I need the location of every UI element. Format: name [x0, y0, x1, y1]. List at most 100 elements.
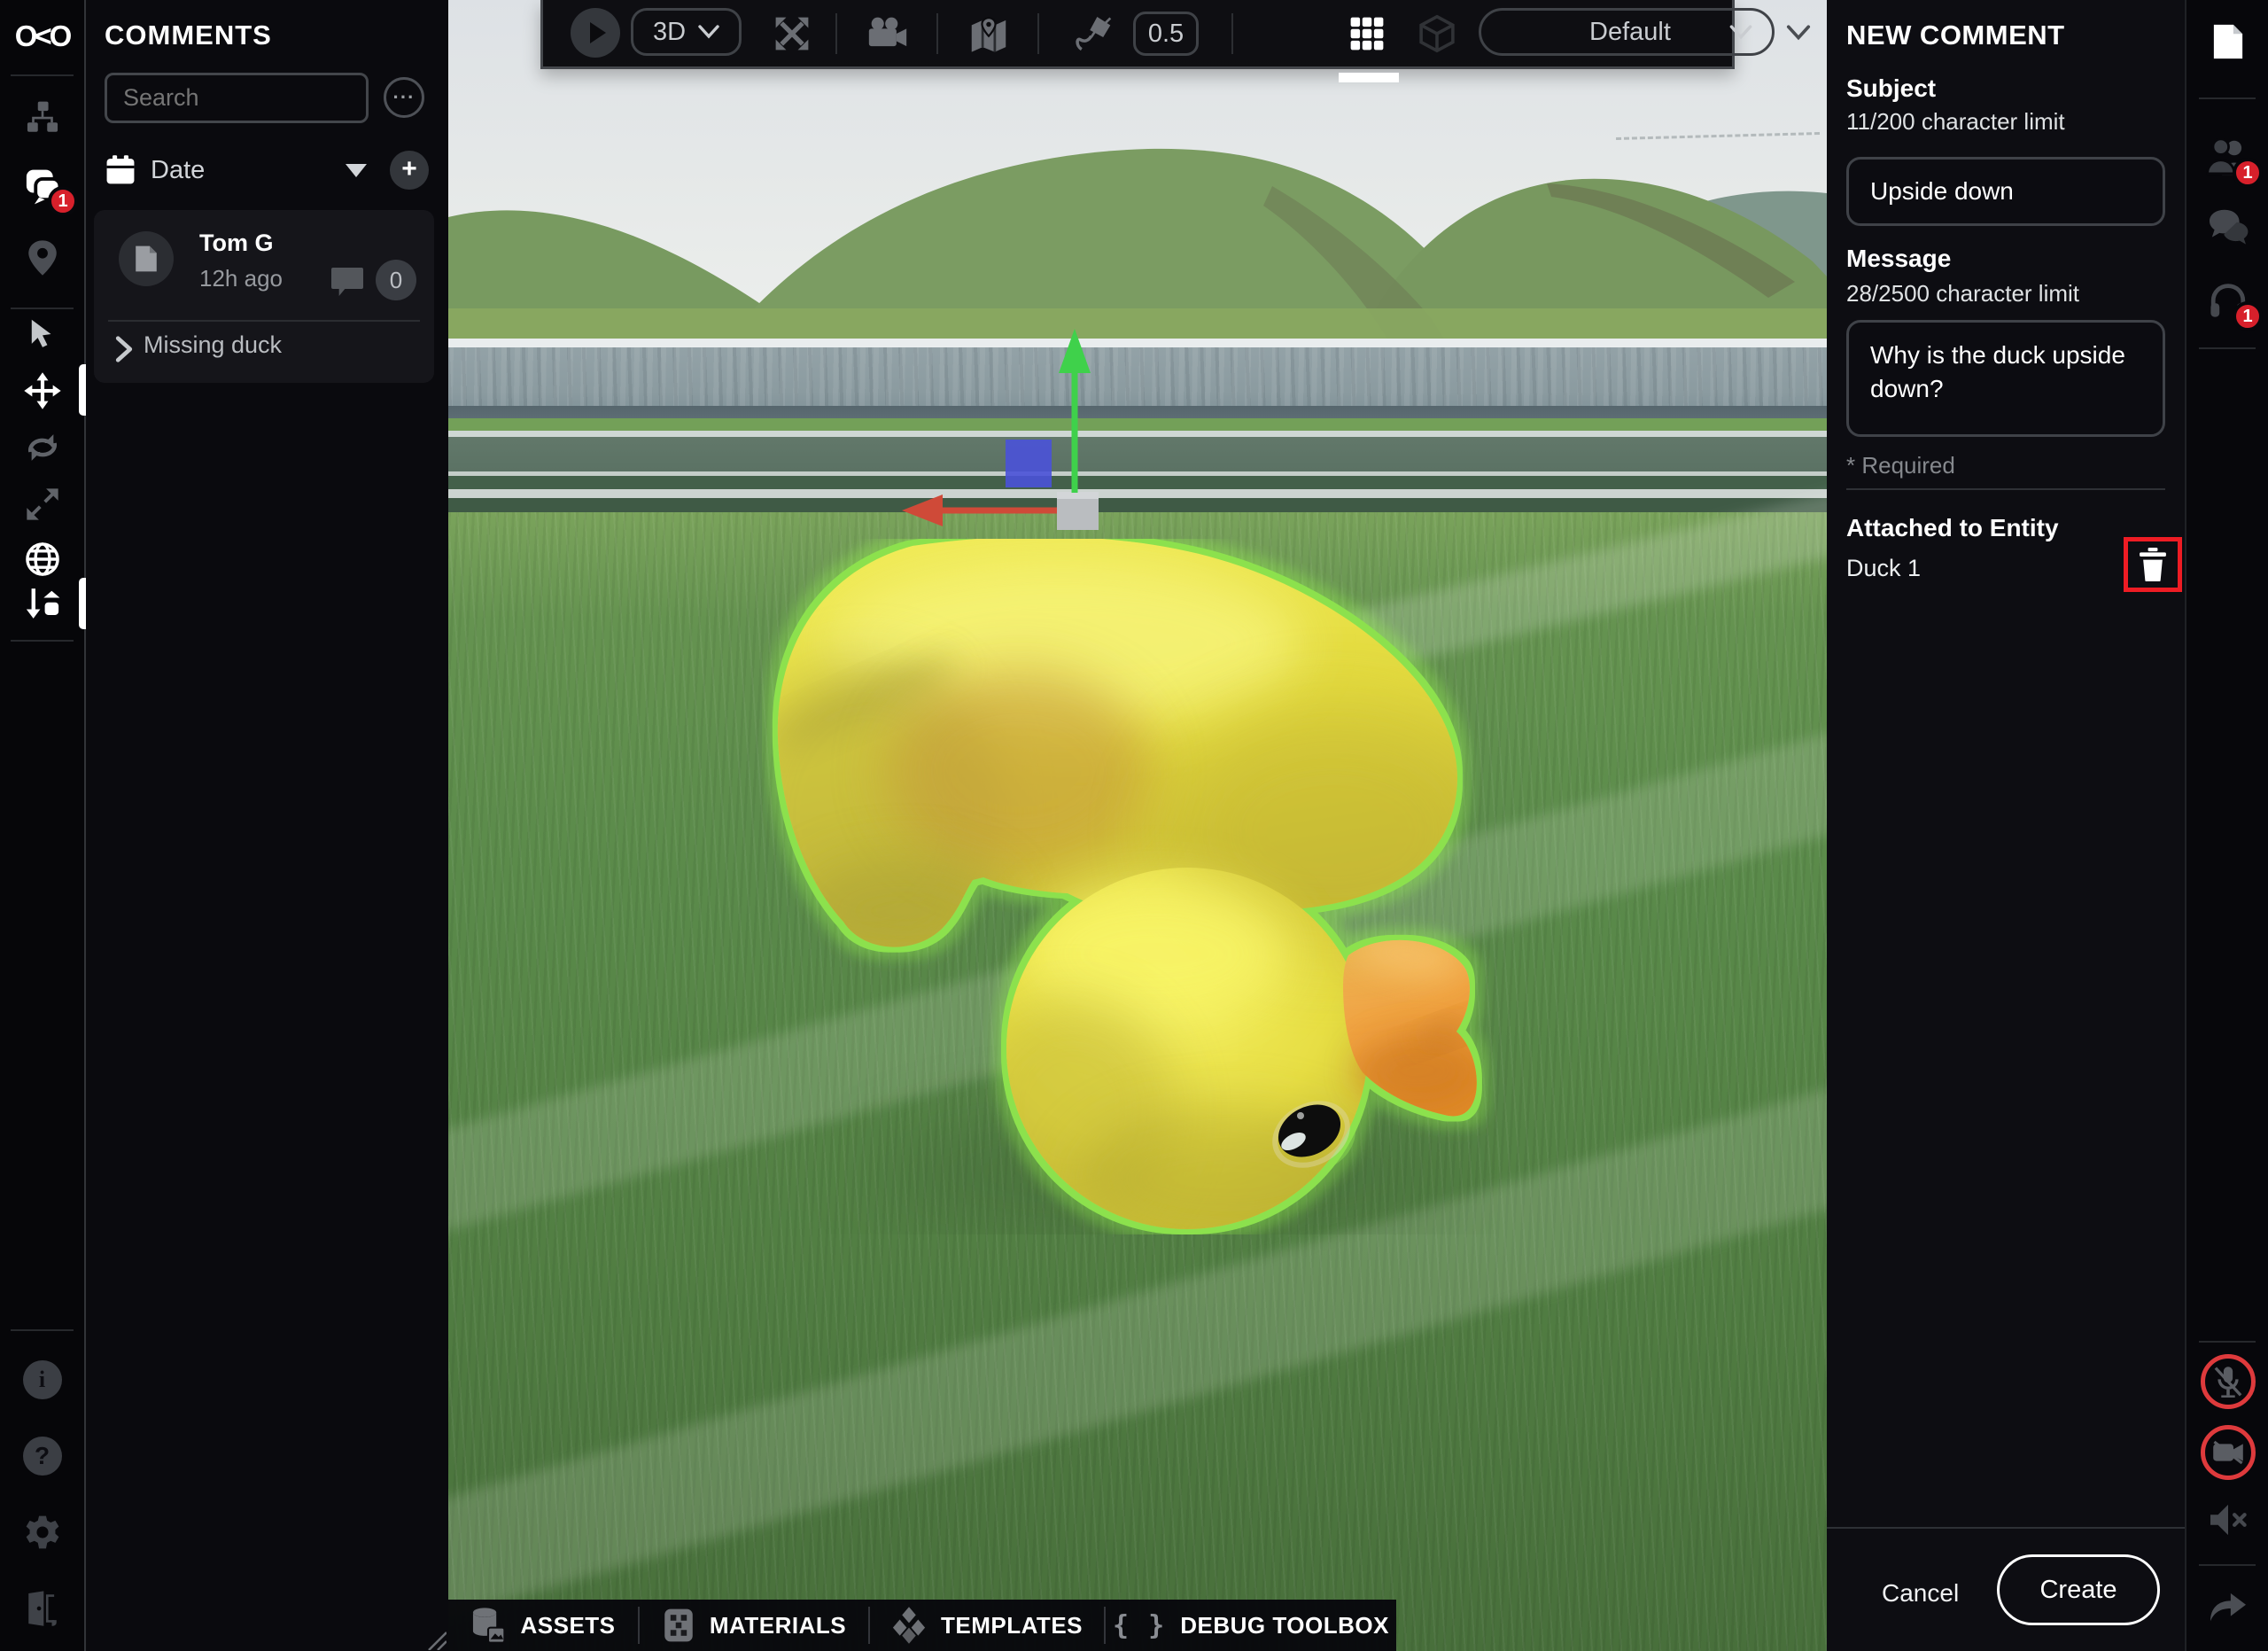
chevron-down-icon	[1729, 25, 1752, 40]
tab-assets[interactable]: ASSETS	[448, 1600, 638, 1651]
location-pin-icon	[26, 239, 59, 276]
tab-debug-toolbox[interactable]: { } DEBUG TOOLBOX	[1106, 1600, 1396, 1651]
bounding-box-button[interactable]	[1416, 13, 1458, 54]
duck-entity-selected[interactable]	[762, 539, 1497, 1234]
pages-button[interactable]	[2186, 21, 2268, 62]
exit-door-icon	[24, 1590, 61, 1627]
step-value-box[interactable]: 0.5	[1133, 12, 1199, 56]
divider	[2199, 347, 2256, 349]
exit-button[interactable]	[0, 1588, 84, 1629]
comments-panel: COMMENTS ··· Date +	[86, 0, 448, 1651]
speaker-muted-button[interactable]	[2186, 1499, 2268, 1540]
info-icon: i	[23, 1360, 62, 1399]
gizmo-y-axis[interactable]	[1059, 329, 1091, 493]
select-tool-button[interactable]	[0, 314, 84, 354]
sort-by-date-row[interactable]: Date +	[105, 144, 429, 196]
comment-card[interactable]: Tom G 12h ago 0 Missing duck	[94, 210, 434, 383]
info-button[interactable]: i	[0, 1359, 84, 1400]
kite-icon	[1072, 14, 1113, 53]
play-button[interactable]	[570, 7, 621, 58]
help-button[interactable]: ?	[0, 1436, 84, 1476]
move-icon	[23, 371, 62, 410]
panel-title: NEW COMMENT	[1846, 19, 2065, 51]
move-tool-button[interactable]	[0, 370, 84, 411]
divider	[108, 320, 420, 322]
drop-to-ground-button[interactable]	[0, 583, 84, 624]
create-button[interactable]: Create	[1997, 1554, 2160, 1625]
cancel-button[interactable]: Cancel	[1876, 1578, 1964, 1608]
chat-button[interactable]	[2186, 206, 2268, 246]
rotate-tool-button[interactable]	[0, 427, 84, 468]
attached-entity-name: Duck 1	[1846, 555, 1921, 582]
help-icon: ?	[23, 1437, 62, 1476]
globe-tool-button[interactable]	[0, 539, 84, 580]
plus-icon: +	[401, 154, 417, 184]
app-logo[interactable]: O<O	[0, 16, 84, 57]
tab-label: MATERIALS	[710, 1612, 846, 1639]
message-counter: 28/2500 character limit	[1846, 280, 2079, 308]
dimension-mode-value: 3D	[653, 18, 686, 47]
hills-terrain	[448, 53, 1827, 354]
viewport-toolbar: 3D	[540, 0, 1735, 69]
chat-bubbles-icon	[2207, 207, 2249, 245]
camera-button[interactable]	[866, 13, 910, 54]
remove-entity-button[interactable]	[2124, 537, 2182, 592]
more-options-button[interactable]: ···	[384, 77, 424, 118]
3d-viewport[interactable]: 3D	[448, 0, 1827, 1651]
microphone-muted-icon	[2213, 1366, 2243, 1398]
app-root: O<O 1	[0, 0, 2268, 1651]
fullscreen-icon	[773, 15, 811, 52]
participants-button[interactable]: 1	[2186, 136, 2268, 179]
left-toolbar: O<O 1	[0, 0, 86, 1651]
reply-bubble-icon	[330, 265, 365, 299]
divider	[2199, 1341, 2256, 1343]
templates-icon	[891, 1606, 927, 1645]
speaker-muted-icon	[2208, 1502, 2249, 1538]
gizmo-z-plane[interactable]	[1006, 440, 1052, 487]
transform-gizmo[interactable]	[891, 322, 1122, 543]
document-icon	[131, 244, 161, 274]
voice-button[interactable]: 1	[2186, 278, 2268, 321]
chevron-down-icon	[1786, 25, 1811, 41]
dimension-mode-dropdown[interactable]: 3D	[631, 8, 742, 56]
map-button[interactable]	[967, 13, 1011, 54]
active-tab-underline	[1339, 73, 1399, 82]
preset-dropdown[interactable]: Default	[1479, 8, 1775, 56]
gizmo-x-axis[interactable]	[902, 495, 1059, 526]
assets-icon	[470, 1607, 506, 1644]
share-arrow-icon	[2208, 1591, 2249, 1626]
location-button[interactable]	[0, 238, 84, 278]
mute-ring	[2201, 1425, 2256, 1480]
tab-label: ASSETS	[520, 1612, 615, 1639]
search-box	[105, 73, 369, 123]
gear-icon	[24, 1514, 61, 1551]
collapse-toolbar-button[interactable]	[1783, 19, 1814, 46]
share-button[interactable]	[2186, 1588, 2268, 1629]
hierarchy-button[interactable]	[0, 97, 84, 138]
subject-counter: 11/200 character limit	[1846, 108, 2065, 136]
divider	[11, 640, 74, 642]
microphone-muted-button[interactable]	[2186, 1354, 2268, 1409]
fullscreen-button[interactable]	[772, 13, 812, 54]
comments-tool-button[interactable]: 1	[0, 167, 84, 207]
mute-ring	[2201, 1354, 2256, 1409]
subject-input[interactable]	[1846, 157, 2165, 226]
chevron-down-icon	[698, 25, 719, 39]
resize-handle[interactable]	[425, 1629, 447, 1650]
divider	[11, 308, 74, 309]
document-icon	[2210, 22, 2246, 61]
grid-snap-button[interactable]	[1345, 13, 1389, 54]
gizmo-center-cube[interactable]	[1057, 492, 1099, 530]
add-comment-button[interactable]: +	[390, 151, 429, 190]
tab-materials[interactable]: MATERIALS	[640, 1600, 868, 1651]
camera-muted-button[interactable]	[2186, 1425, 2268, 1480]
scale-tool-button[interactable]	[0, 484, 84, 525]
materials-icon	[662, 1607, 695, 1644]
kite-tool-button[interactable]	[1069, 13, 1115, 54]
divider	[11, 1329, 74, 1331]
divider	[1037, 13, 1039, 54]
message-textarea[interactable]: Why is the duck upside down?	[1846, 320, 2165, 437]
tab-templates[interactable]: TEMPLATES	[870, 1600, 1104, 1651]
step-value: 0.5	[1148, 19, 1184, 49]
settings-button[interactable]	[0, 1512, 84, 1553]
